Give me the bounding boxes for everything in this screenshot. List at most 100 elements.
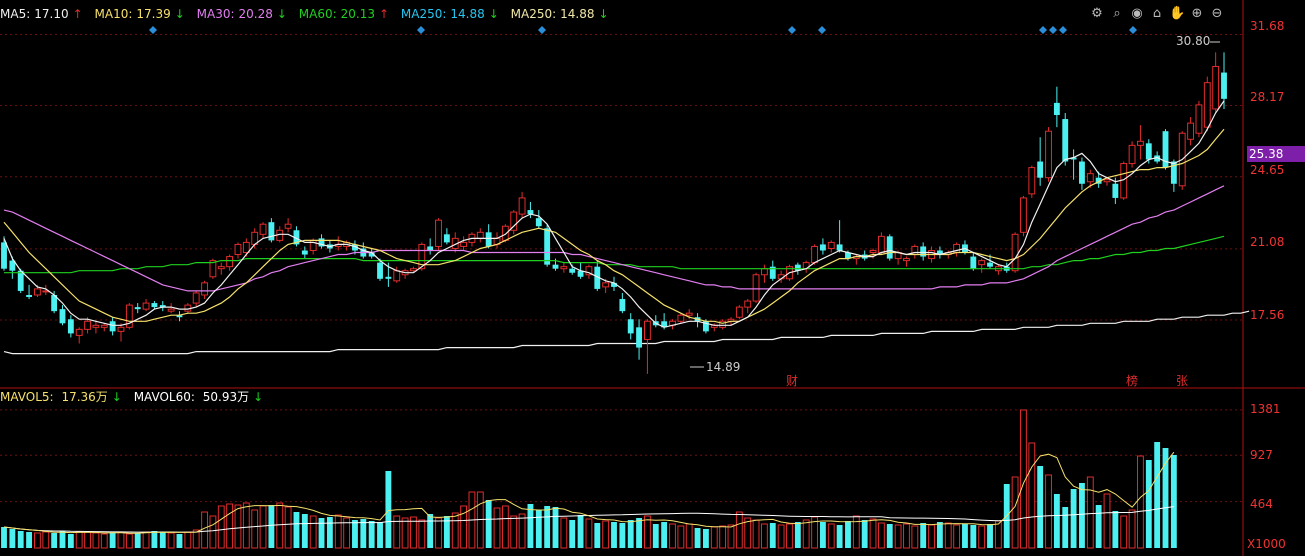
volume-bar xyxy=(217,505,225,549)
volume-bar xyxy=(1145,460,1152,548)
current-price-tag: 25.38 xyxy=(1247,146,1305,162)
volume-bar xyxy=(585,518,593,549)
candle-body xyxy=(1212,65,1220,110)
kline-chart[interactable] xyxy=(0,0,1305,556)
candle-body xyxy=(827,241,835,249)
candle-body xyxy=(100,324,108,328)
candle-body xyxy=(26,294,32,298)
candle-body xyxy=(1112,183,1119,198)
candle-body xyxy=(485,232,492,247)
candle-body xyxy=(427,246,434,251)
volume-bar xyxy=(42,531,50,549)
candle-body xyxy=(501,225,509,241)
volume-bar xyxy=(385,471,392,548)
candle-body xyxy=(75,328,83,336)
volume-bar xyxy=(786,523,793,549)
volume-bar xyxy=(59,531,66,548)
candle-body xyxy=(1079,161,1085,184)
mavol60-legend: MAVOL60: 50.93万 ↓ xyxy=(133,390,264,404)
volume-bar xyxy=(418,519,426,549)
mavol5-legend: MAVOL5: 17.36万 ↓ xyxy=(0,390,122,404)
volume-bar xyxy=(594,523,601,548)
volume-bar xyxy=(677,525,685,549)
volume-bar xyxy=(427,514,434,548)
candle-body xyxy=(760,268,768,276)
volume-bar xyxy=(953,524,961,549)
volume-bar xyxy=(1120,515,1128,549)
candle-body xyxy=(217,266,225,270)
volume-bar xyxy=(569,520,576,548)
candle-body xyxy=(1,242,7,269)
candle-body xyxy=(476,231,484,239)
volume-bar xyxy=(685,523,693,549)
candle-body xyxy=(1020,197,1027,233)
candle-body xyxy=(1028,167,1036,195)
candle-body xyxy=(268,222,275,241)
candle-body xyxy=(685,312,693,316)
volume-bar xyxy=(577,515,584,548)
volume-bar xyxy=(611,522,617,548)
volume-bar xyxy=(760,523,768,549)
candle-body xyxy=(1203,82,1211,128)
volume-bar xyxy=(209,515,217,549)
ranking-tag[interactable]: 榜 xyxy=(1126,372,1138,389)
volume-bar xyxy=(1128,509,1136,549)
candle-body xyxy=(535,218,542,227)
volume-bar xyxy=(309,515,317,549)
candle-body xyxy=(301,250,308,255)
volume-bar xyxy=(75,531,83,549)
event-marker-icon xyxy=(1039,26,1047,34)
candle-body xyxy=(67,319,74,334)
candle-body xyxy=(719,320,727,328)
volume-bar xyxy=(377,522,383,548)
candle-body xyxy=(410,268,417,272)
candle-body xyxy=(460,241,468,247)
volume-bar xyxy=(518,513,526,549)
volume-bar xyxy=(869,518,877,549)
finance-tag[interactable]: 财 xyxy=(786,372,798,389)
volume-bar xyxy=(159,532,166,548)
volume-bar xyxy=(234,504,242,549)
event-marker-icon xyxy=(1129,26,1137,34)
volume-bar xyxy=(836,525,843,548)
volume-bar xyxy=(827,523,835,549)
volume-bar xyxy=(201,511,208,549)
volume-bar xyxy=(1062,507,1069,548)
volume-bar xyxy=(167,532,175,549)
candle-body xyxy=(134,307,141,310)
candle-body xyxy=(744,300,752,308)
volume-bar xyxy=(226,503,234,549)
volume-bar xyxy=(544,506,551,548)
volume-bar xyxy=(1,527,7,548)
candle-body xyxy=(1137,140,1144,146)
volume-bar xyxy=(360,519,367,548)
candle-body xyxy=(752,274,760,302)
volume-bar xyxy=(334,514,342,549)
ma10-line xyxy=(3,128,1225,324)
candle-body xyxy=(226,256,234,268)
volume-bar xyxy=(602,520,610,549)
volume-bar xyxy=(1079,483,1085,548)
candle-body xyxy=(142,302,150,310)
limit-up-tag[interactable]: 张 xyxy=(1176,372,1188,389)
candle-body xyxy=(17,270,24,291)
volume-bar xyxy=(752,519,760,549)
volume-bar xyxy=(259,505,267,549)
candle-body xyxy=(552,264,559,269)
volume-bar xyxy=(777,524,785,549)
volume-bar xyxy=(769,523,776,548)
event-marker-icon xyxy=(1049,26,1057,34)
volume-bar xyxy=(284,506,292,549)
volume-bar xyxy=(1154,442,1161,548)
high-price-label: 30.80 xyxy=(1176,34,1211,48)
vol-unit-label: X1000 xyxy=(1247,537,1286,551)
vol-axis-label-2: 927 xyxy=(1250,448,1273,462)
candle-body xyxy=(1062,119,1069,162)
candle-body xyxy=(970,256,977,269)
price-axis-label-4: 21.08 xyxy=(1250,235,1285,249)
volume-bar xyxy=(1028,442,1036,549)
volume-bar xyxy=(1112,511,1119,548)
volume-bar xyxy=(92,532,100,549)
volume-bar xyxy=(1053,494,1060,548)
candle-body xyxy=(234,243,242,256)
